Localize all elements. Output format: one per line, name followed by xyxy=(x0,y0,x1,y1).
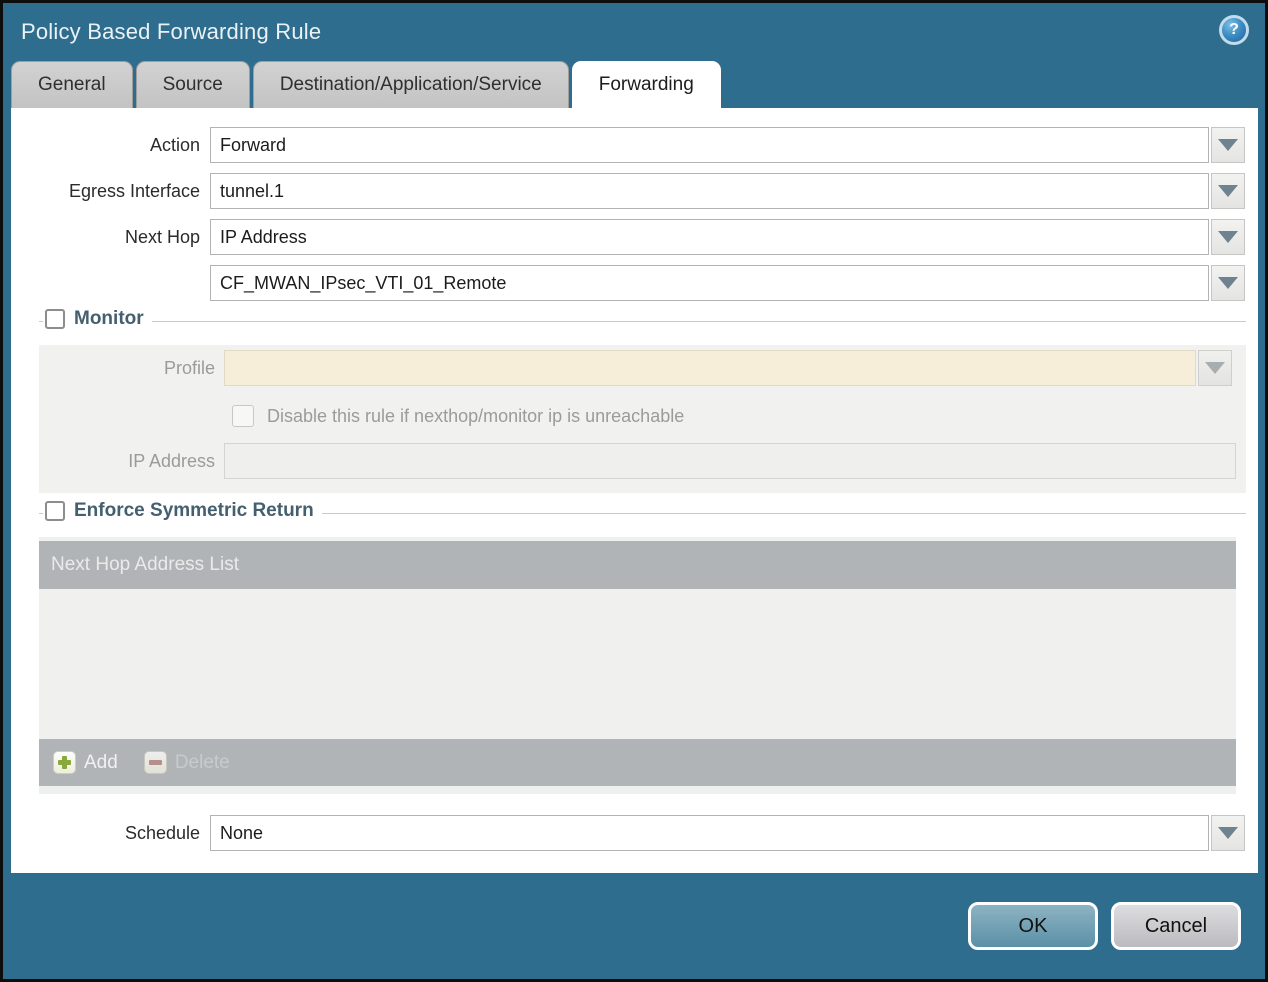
disable-rule-checkbox xyxy=(232,405,254,427)
dialog-footer: OK Cancel xyxy=(3,873,1265,979)
egress-interface-row: Egress Interface tunnel.1 xyxy=(11,173,1258,209)
tab-destination-application-service[interactable]: Destination/Application/Service xyxy=(252,61,569,108)
disable-rule-label: Disable this rule if nexthop/monitor ip … xyxy=(267,405,685,426)
table-footer: Add Delete xyxy=(39,739,1236,786)
forwarding-tab-content: Action Forward Egress Interface tunnel.1… xyxy=(11,108,1258,873)
next-hop-label: Next Hop xyxy=(124,226,200,247)
tab-source[interactable]: Source xyxy=(135,61,250,108)
schedule-row: Schedule None xyxy=(11,815,1258,851)
egress-interface-dropdown-button[interactable] xyxy=(1211,173,1245,209)
plus-icon xyxy=(53,751,76,774)
profile-label: Profile xyxy=(163,357,215,378)
next-hop-row: Next Hop IP Address xyxy=(11,219,1258,255)
enforce-symmetric-return-checkbox[interactable] xyxy=(45,501,65,521)
add-button[interactable]: Add xyxy=(53,751,118,774)
schedule-select[interactable]: None xyxy=(210,815,1209,851)
delete-button-label: Delete xyxy=(174,751,230,773)
monitor-ip-address-input xyxy=(224,443,1236,479)
egress-interface-select[interactable]: tunnel.1 xyxy=(210,173,1209,209)
next-hop-address-select[interactable]: CF_MWAN_IPsec_VTI_01_Remote xyxy=(210,265,1209,301)
chevron-down-icon xyxy=(1218,231,1238,243)
monitor-section-label: Monitor xyxy=(74,308,144,329)
dialog-title: Policy Based Forwarding Rule xyxy=(21,19,322,44)
add-button-label: Add xyxy=(84,751,118,773)
table-body xyxy=(39,589,1236,739)
monitor-ip-address-row: IP Address xyxy=(39,443,1246,479)
next-hop-type-dropdown-button[interactable] xyxy=(1211,219,1245,255)
delete-button: Delete xyxy=(143,751,230,774)
chevron-down-icon xyxy=(1205,362,1225,374)
profile-select xyxy=(224,350,1196,386)
action-label: Action xyxy=(149,134,200,155)
next-hop-address-dropdown-button[interactable] xyxy=(1211,265,1245,301)
action-select[interactable]: Forward xyxy=(210,127,1209,163)
schedule-label: Schedule xyxy=(124,822,200,843)
chevron-down-icon xyxy=(1218,139,1238,151)
monitor-section: Monitor Profile Disable this rule if nex… xyxy=(39,308,1246,493)
next-hop-address-row: CF_MWAN_IPsec_VTI_01_Remote xyxy=(11,265,1258,301)
monitor-panel: Profile Disable this rule if nexthop/mon… xyxy=(39,345,1246,493)
dialog-titlebar: Policy Based Forwarding Rule ? xyxy=(3,3,1265,61)
ok-button[interactable]: OK xyxy=(968,902,1098,950)
cancel-button[interactable]: Cancel xyxy=(1111,902,1241,950)
chevron-down-icon xyxy=(1218,277,1238,289)
action-row: Action Forward xyxy=(11,127,1258,163)
disable-rule-row: Disable this rule if nexthop/monitor ip … xyxy=(232,401,1246,431)
profile-dropdown-button xyxy=(1198,350,1232,386)
chevron-down-icon xyxy=(1218,185,1238,197)
table-header: Next Hop Address List xyxy=(39,541,1236,589)
chevron-down-icon xyxy=(1218,827,1238,839)
tab-general[interactable]: General xyxy=(11,61,133,108)
next-hop-address-list-table: Next Hop Address List Add Delete xyxy=(39,537,1236,794)
symmetric-return-section: Enforce Symmetric Return Next Hop Addres… xyxy=(39,500,1246,794)
enforce-symmetric-return-label: Enforce Symmetric Return xyxy=(74,500,314,521)
pbf-rule-dialog: Policy Based Forwarding Rule ? General S… xyxy=(0,0,1268,982)
schedule-dropdown-button[interactable] xyxy=(1211,815,1245,851)
egress-interface-label: Egress Interface xyxy=(68,180,200,201)
next-hop-type-select[interactable]: IP Address xyxy=(210,219,1209,255)
table-header-label: Next Hop Address List xyxy=(51,554,239,575)
profile-row: Profile xyxy=(39,350,1246,386)
monitor-ip-address-label: IP Address xyxy=(128,450,215,471)
action-dropdown-button[interactable] xyxy=(1211,127,1245,163)
monitor-checkbox[interactable] xyxy=(45,309,65,329)
help-icon[interactable]: ? xyxy=(1219,15,1249,45)
tab-forwarding[interactable]: Forwarding xyxy=(571,61,721,108)
tab-bar: General Source Destination/Application/S… xyxy=(3,61,1265,108)
minus-icon xyxy=(143,751,167,774)
